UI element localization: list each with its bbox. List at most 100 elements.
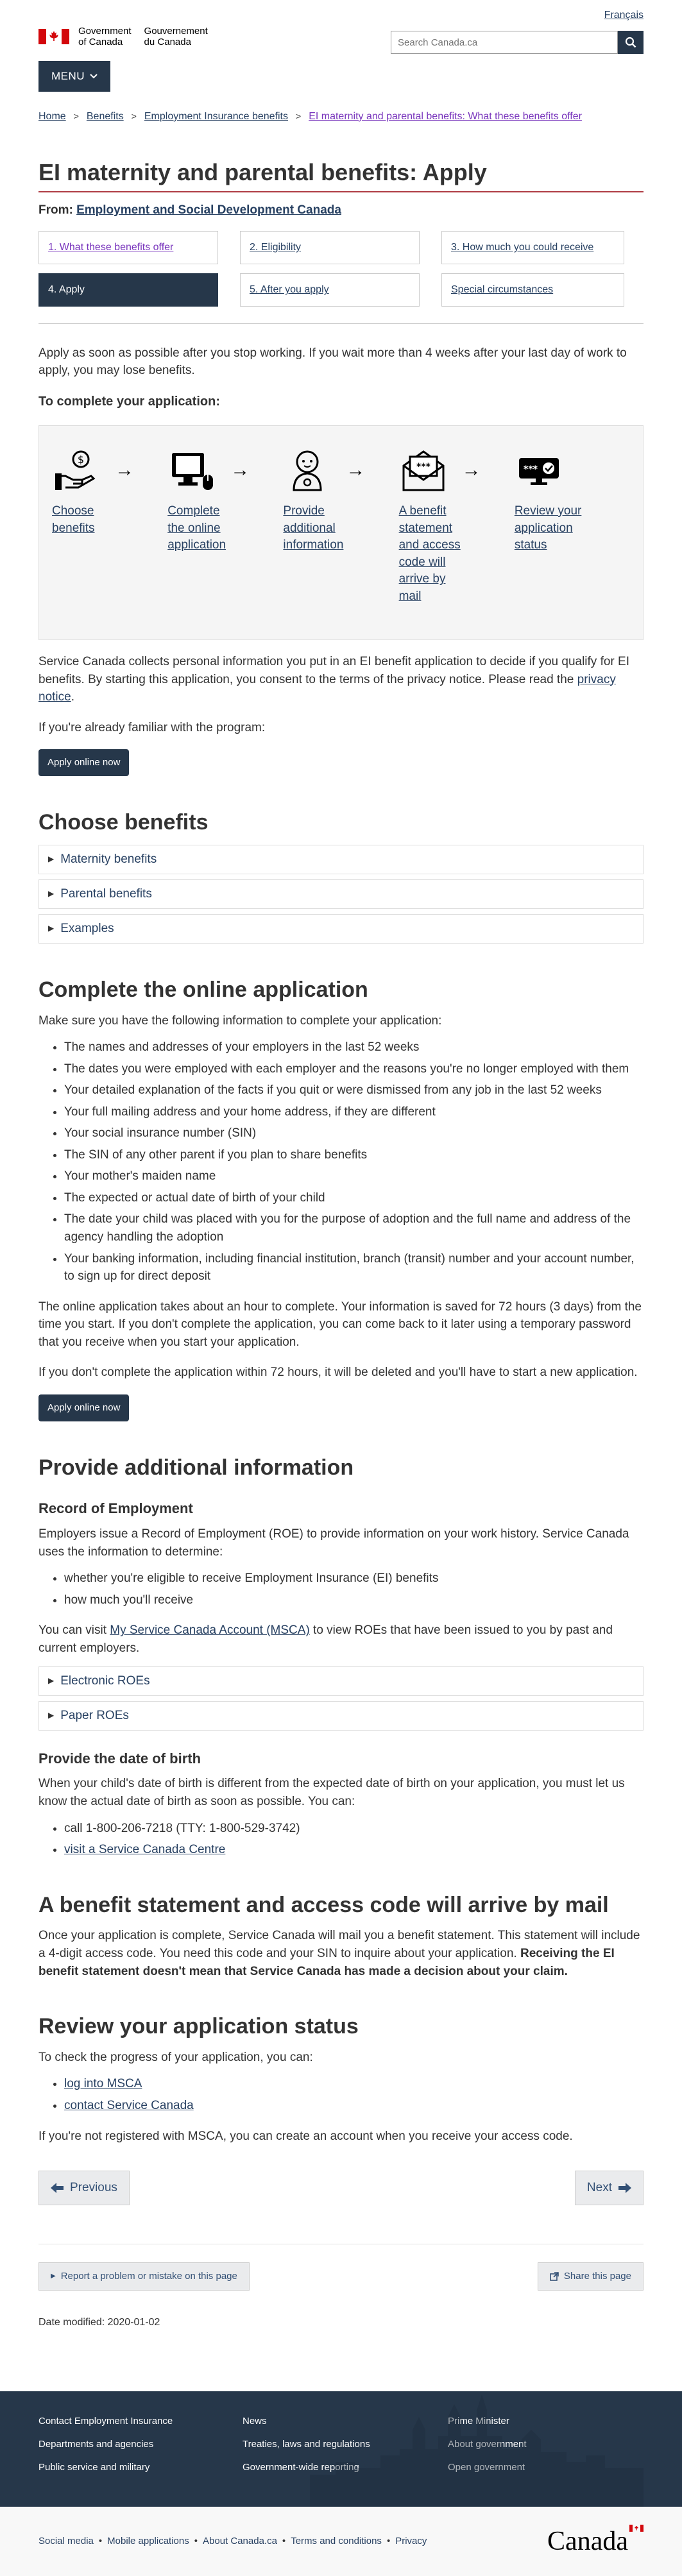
apply-online-button-2[interactable]: Apply online now [38, 1394, 130, 1421]
breadcrumb-benefits[interactable]: Benefits [87, 109, 124, 124]
footer-mobile-link[interactable]: Mobile applications [107, 2534, 189, 2548]
arrow-left-icon [51, 2183, 64, 2194]
previous-button[interactable]: Previous [38, 2171, 130, 2206]
status-check-icon: *** [515, 446, 563, 495]
details-maternity-benefits[interactable]: ▶ Maternity benefits [38, 844, 644, 874]
msca-link[interactable]: My Service Canada Account (MSCA) [110, 1623, 310, 1637]
online-intro: Make sure you have the following informa… [38, 1013, 442, 1028]
language-toggle-link[interactable]: Français [604, 8, 644, 22]
site-footer: Contact Employment Insurance News Prime … [0, 2391, 682, 2576]
process-step: → Complete the online application [167, 445, 283, 640]
signature-french: Gouvernement du Canada [144, 26, 208, 48]
from-department-link[interactable]: Employment and Social Development Canada [76, 203, 341, 217]
footer-sub: Social media • Mobile applications • About… [0, 2507, 682, 2576]
baby-icon [283, 446, 332, 495]
review-intro: To check the progress of your applicatio… [38, 2050, 313, 2064]
process-step: $ → Choose benefits [52, 445, 167, 640]
footer-privacy-link[interactable]: Privacy [395, 2534, 427, 2548]
details-paper-roes[interactable]: ▶ Paper ROEs [38, 1700, 644, 1731]
step-eligibility[interactable]: 2. Eligibility [240, 230, 420, 264]
arrow-right-icon: → [115, 459, 134, 481]
footer-link[interactable]: Public service and military [38, 2461, 243, 2475]
list-item: contact Service Canada [64, 2097, 644, 2115]
breadcrumb-separator-icon: > [296, 111, 302, 122]
apply-online-button[interactable]: Apply online now [38, 749, 130, 776]
page-details: ▶ Report a problem or mistake on this pa… [38, 2244, 644, 2291]
log-into-msca-link[interactable]: log into MSCA [64, 2077, 142, 2090]
svg-text:$: $ [78, 453, 84, 466]
next-button[interactable]: Next [574, 2171, 644, 2206]
canada-flag-icon [629, 2524, 644, 2532]
government-signature[interactable]: Government of Canada Gouvernement du Can… [38, 26, 208, 48]
list-item: log into MSCA [64, 2075, 644, 2093]
process-choose-link[interactable]: Choose benefits [52, 503, 121, 537]
process-additional-link[interactable]: Provide additional information [283, 503, 352, 554]
footer-link[interactable]: Departments and agencies [38, 2437, 243, 2452]
dob-list: call 1-800-206-7218 (TTY: 1-800-529-3742… [38, 1820, 644, 1859]
report-problem-button[interactable]: ▶ Report a problem or mistake on this pa… [38, 2262, 250, 2291]
dob-heading: Provide the date of birth [38, 1750, 201, 1767]
menu-button[interactable]: MENU [38, 61, 110, 92]
process-step: *** → A benefit statement and access cod… [399, 445, 515, 640]
review-heading: Review your application status [38, 2014, 359, 2039]
roe-details: ▶ Electronic ROEs ▶ Paper ROEs [38, 1666, 644, 1731]
dob-text: When your child's date of birth is diffe… [38, 1777, 625, 1808]
choose-benefits-details: ▶ Maternity benefits ▶ Parental benefits ▶… [38, 844, 644, 944]
roe-list: whether you're eligible to receive Emplo… [38, 1570, 644, 1609]
share-page-button[interactable]: Share this page [537, 2262, 644, 2291]
choose-benefits-heading: Choose benefits [38, 809, 209, 835]
footer-link[interactable]: Contact Employment Insurance [38, 2414, 243, 2428]
share-icon [550, 2272, 559, 2281]
list-item: The names and addresses of your employer… [64, 1038, 644, 1056]
step-special-circumstances[interactable]: Special circumstances [441, 273, 624, 307]
process-online-link[interactable]: Complete the online application [167, 503, 237, 554]
svg-text:***: *** [524, 464, 538, 475]
online-deleted-paragraph: If you don't complete the application wi… [38, 1366, 638, 1380]
breadcrumb-ei-benefits[interactable]: Employment Insurance benefits [144, 109, 288, 124]
details-parental-benefits[interactable]: ▶ Parental benefits [38, 879, 644, 909]
msca-paragraph: You can visit My Service Canada Account … [38, 1623, 613, 1656]
details-examples[interactable]: ▶ Examples [38, 913, 644, 944]
process-review-link[interactable]: Review your application status [515, 503, 584, 554]
signature-english: Government of Canada [78, 26, 132, 48]
search-input[interactable] [391, 31, 618, 54]
search-button[interactable] [618, 31, 644, 54]
canada-flag-icon [38, 29, 69, 45]
site-search [391, 31, 644, 54]
list-item: The date your child was placed with you … [64, 1210, 644, 1246]
breadcrumb-home[interactable]: Home [38, 109, 66, 124]
step-how-much[interactable]: 3. How much you could receive [441, 230, 624, 264]
arrow-right-icon: → [230, 459, 250, 481]
site-header: Français Government of Canada Gouverneme… [0, 0, 682, 92]
step-after-you-apply[interactable]: 5. After you apply [240, 273, 420, 307]
step-what-benefits-offer[interactable]: 1. What these benefits offer [38, 230, 218, 264]
contact-service-canada-link[interactable]: contact Service Canada [64, 2099, 194, 2112]
list-item: Your mother's maiden name [64, 1167, 644, 1185]
process-mail-link[interactable]: A benefit statement and access code will… [399, 503, 468, 606]
list-item: call 1-800-206-7218 (TTY: 1-800-529-3742… [64, 1820, 644, 1838]
list-item: whether you're eligible to receive Emplo… [64, 1570, 644, 1588]
page-title: EI maternity and parental benefits: Appl… [38, 158, 644, 193]
roe-heading: Record of Employment [38, 1500, 193, 1517]
arrow-right-icon [618, 2183, 631, 2194]
canada-wordmark: Canada [547, 2522, 644, 2561]
list-item: Your full mailing address and your home … [64, 1103, 644, 1121]
arrow-right-icon: → [461, 459, 481, 481]
list-item: Your social insurance number (SIN) [64, 1124, 644, 1142]
footer-sub-links: Social media • Mobile applications • About… [38, 2534, 427, 2548]
footer-about-link[interactable]: About Canada.ca [203, 2534, 277, 2548]
step-apply: 4. Apply [38, 273, 218, 307]
privacy-paragraph: Service Canada collects personal informa… [38, 655, 629, 704]
footer-terms-link[interactable]: Terms and conditions [291, 2534, 382, 2548]
review-list: log into MSCA contact Service Canada [38, 2075, 644, 2114]
list-item: The expected or actual date of birth of … [64, 1189, 644, 1207]
service-canada-centre-link[interactable]: visit a Service Canada Centre [64, 1843, 225, 1856]
details-electronic-roes[interactable]: ▶ Electronic ROEs [38, 1666, 644, 1696]
breadcrumb-ei-maternity[interactable]: EI maternity and parental benefits: What… [309, 109, 582, 124]
process-step: *** Review your application status [515, 445, 630, 640]
familiar-text: If you're already familiar with the prog… [38, 720, 266, 734]
footer-social-media-link[interactable]: Social media [38, 2534, 94, 2548]
intro-text: Apply as soon as possible after you stop… [38, 346, 627, 378]
envelope-icon: *** [399, 446, 448, 495]
breadcrumb: Home > Benefits > Employment Insurance ben… [38, 109, 644, 124]
